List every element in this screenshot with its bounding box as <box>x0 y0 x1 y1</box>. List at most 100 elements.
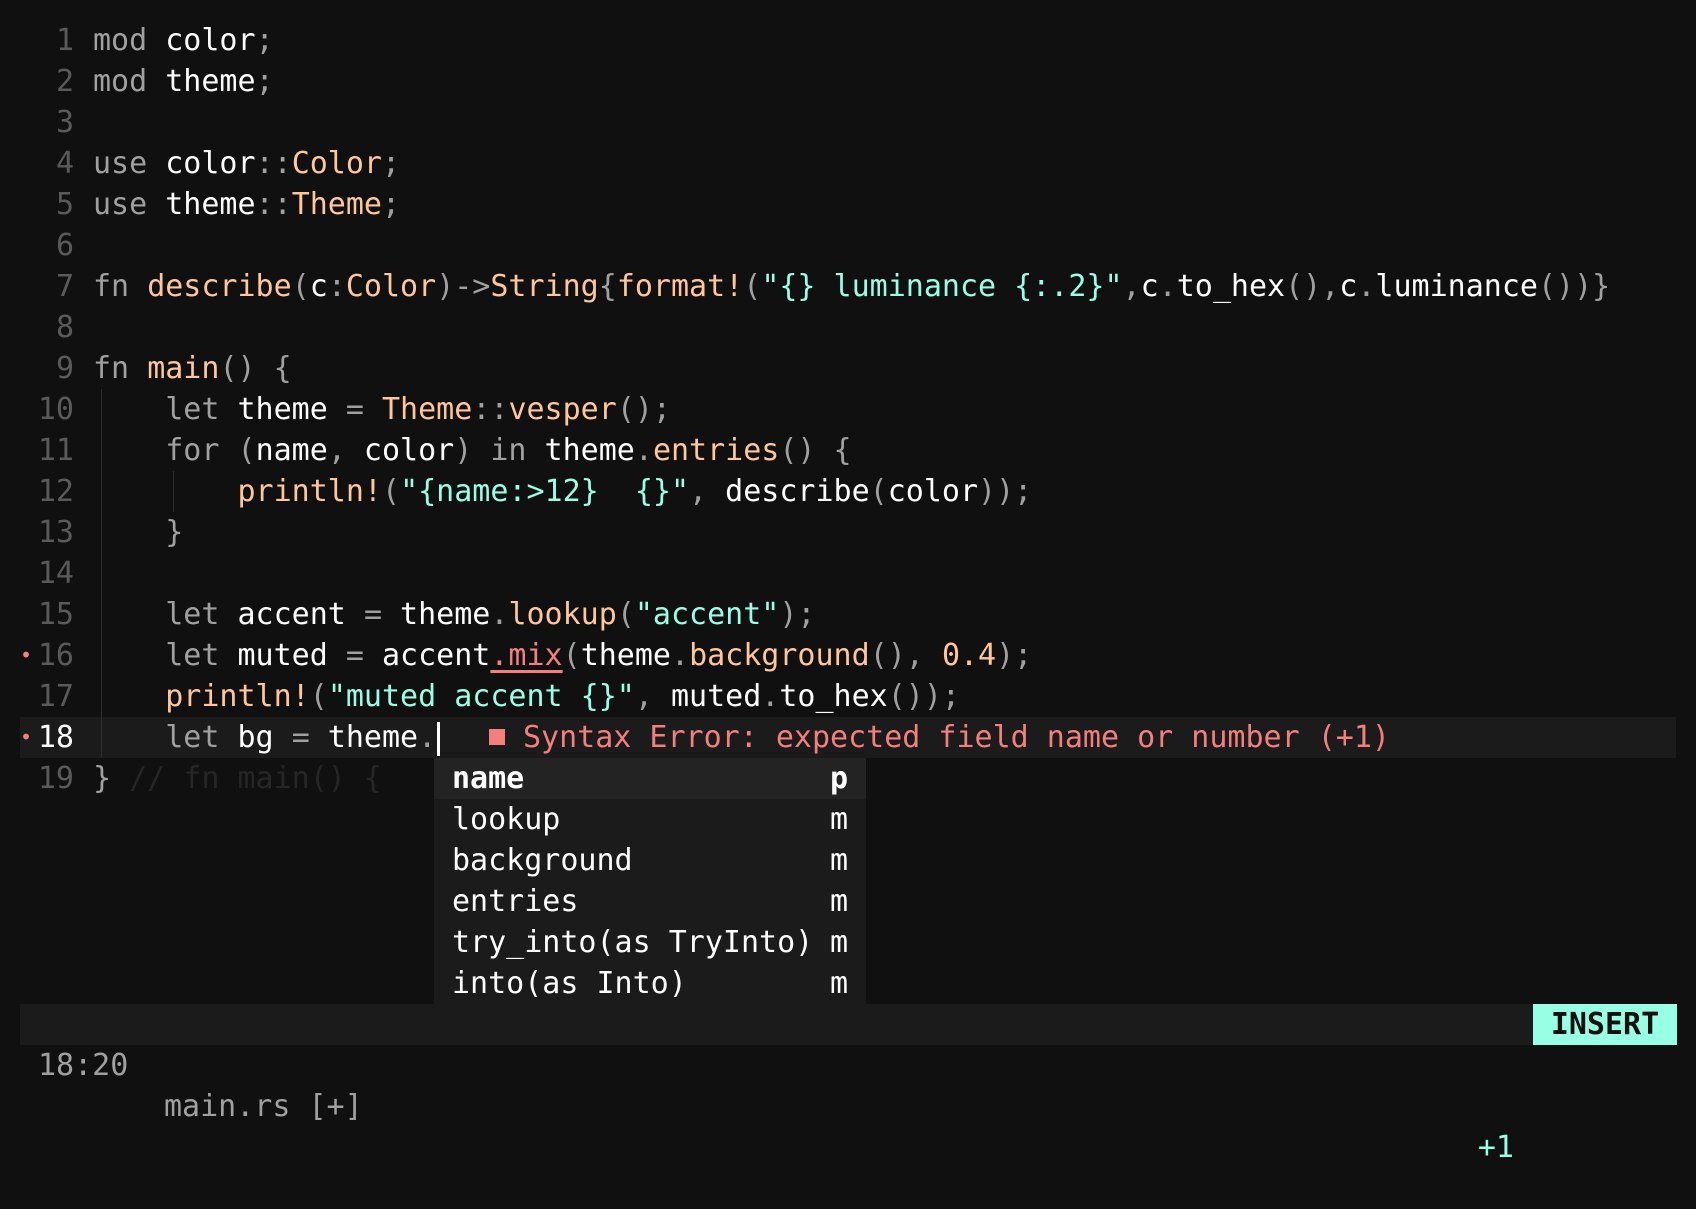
completion-item[interactable]: lookup m <box>434 799 866 840</box>
code-token: use <box>93 146 148 181</box>
code-text[interactable]: fn describe(c:Color)->String{format!("{}… <box>93 266 1610 307</box>
code-token: describe <box>147 269 292 304</box>
code-token: println! <box>165 679 310 714</box>
indent-guide <box>101 430 102 471</box>
code-token: let <box>165 720 220 755</box>
code-token: } <box>165 515 184 550</box>
line-number: 19 <box>0 758 74 799</box>
code-token: color <box>887 474 979 509</box>
indent-guide <box>101 594 102 635</box>
line-number-text: 10 <box>37 392 74 427</box>
code-line[interactable]: 12 println!("{name:>12} {}", describe(co… <box>0 471 1696 512</box>
code-line[interactable]: 4 use color::Color; <box>0 143 1696 184</box>
editor-pane[interactable]: 1 mod color; 2 mod theme; 3 4 use color::Color… <box>0 20 1696 799</box>
code-token: to_hex <box>1176 269 1286 304</box>
line-number-text: 13 <box>37 515 74 550</box>
code-token: = <box>345 638 364 673</box>
code-token: . <box>418 720 437 755</box>
code-token: ); <box>779 597 816 632</box>
code-text[interactable]: use theme::Theme; <box>93 184 400 225</box>
diagnostic-count[interactable]: +1 <box>1478 1127 1514 1168</box>
code-token: . <box>490 597 509 632</box>
code-token: to_hex <box>779 679 888 714</box>
code-line[interactable]: 10 let theme = Theme::vesper(); <box>0 389 1696 430</box>
line-number-text: 6 <box>55 228 74 263</box>
code-token: ; <box>255 64 274 99</box>
code-token: , <box>634 679 653 714</box>
code-token: println! <box>237 474 383 509</box>
code-text[interactable]: fn main() { <box>93 348 292 389</box>
code-text[interactable]: let accent = theme.lookup("accent"); <box>93 594 816 635</box>
completion-label: background <box>452 843 633 878</box>
code-text[interactable]: } // fn main() { <box>93 758 382 799</box>
code-token: ( <box>309 679 328 714</box>
line-number: 15 <box>0 594 74 635</box>
indent-guide <box>101 512 102 553</box>
code-line[interactable]: 1 mod color; <box>0 20 1696 61</box>
code-token: lookup <box>508 597 617 632</box>
code-token: . <box>1357 269 1376 304</box>
diagnostic-dot-icon[interactable]: • <box>20 717 32 758</box>
code-token: accent <box>363 638 491 673</box>
code-token: , <box>327 433 346 468</box>
line-number: 4 <box>0 143 74 184</box>
code-line[interactable]: 14 <box>0 553 1696 594</box>
code-line[interactable]: 5 use theme::Theme; <box>0 184 1696 225</box>
code-text[interactable]: mod color; <box>93 20 274 61</box>
code-text[interactable]: } <box>93 512 183 553</box>
completion-item[interactable]: name p <box>434 758 866 799</box>
code-line[interactable]: 9 fn main() { <box>0 348 1696 389</box>
code-token: luminance <box>1375 269 1538 304</box>
code-line[interactable]: 11 for (name, color) in theme.entries() … <box>0 430 1696 471</box>
line-number: 8 <box>0 307 74 348</box>
completion-item[interactable]: try_into(as TryInto) m <box>434 922 866 963</box>
code-token: let <box>165 597 220 632</box>
code-line[interactable]: 2 mod theme; <box>0 61 1696 102</box>
code-line[interactable]: 3 <box>0 102 1696 143</box>
code-token: () { <box>219 351 292 386</box>
diagnostic-dot-icon[interactable]: • <box>20 635 32 676</box>
code-token: use <box>93 187 148 222</box>
error-token: .mix <box>490 638 563 673</box>
code-line[interactable]: 7 fn describe(c:Color)->String{format!("{… <box>0 266 1696 307</box>
code-line[interactable]: • 16 let muted = accent.mix(theme.backgro… <box>0 635 1696 676</box>
code-text[interactable]: let bg = theme. <box>93 717 441 758</box>
code-line[interactable]: 17 println!("muted accent {}", muted.to_… <box>0 676 1696 717</box>
code-text[interactable]: let muted = accent.mix(theme.background(… <box>93 635 1032 676</box>
code-text[interactable]: use color::Color; <box>93 143 400 184</box>
code-text[interactable]: for (name, color) in theme.entries() { <box>93 430 852 471</box>
code-token: (); <box>616 392 671 427</box>
code-token: ( <box>219 433 256 468</box>
code-token: (), <box>1285 269 1340 304</box>
code-token: main <box>147 351 220 386</box>
indent-guide <box>101 471 102 512</box>
code-token: theme <box>219 392 346 427</box>
code-line[interactable]: • 18 let bg = theme. Syntax Error: expecte… <box>20 717 1676 758</box>
error-square-icon <box>489 729 505 745</box>
code-token: theme <box>580 638 671 673</box>
code-line[interactable]: 6 <box>0 225 1696 266</box>
code-text[interactable]: let theme = Theme::vesper(); <box>93 389 671 430</box>
completion-item[interactable]: background m <box>434 840 866 881</box>
code-token: = <box>363 597 382 632</box>
completion-item[interactable]: into(as Into) m <box>434 963 866 1004</box>
code-line[interactable]: 13 } <box>0 512 1696 553</box>
line-number-text: 17 <box>37 679 74 714</box>
line-number: 12 <box>0 471 74 512</box>
code-token: vesper <box>508 392 617 427</box>
completion-menu[interactable]: name p lookup m background m entries m try_into(… <box>434 758 866 1004</box>
code-line[interactable]: 8 <box>0 307 1696 348</box>
code-text[interactable]: println!("muted accent {}", muted.to_hex… <box>93 676 960 717</box>
code-token: muted <box>219 638 346 673</box>
code-text[interactable]: mod theme; <box>93 61 274 102</box>
code-text[interactable]: println!("{name:>12} {}", describe(color… <box>93 471 1032 512</box>
completion-label: lookup <box>452 802 561 837</box>
text-cursor <box>437 721 441 756</box>
code-line[interactable]: 15 let accent = theme.lookup("accent"); <box>0 594 1696 635</box>
completion-item[interactable]: entries m <box>434 881 866 922</box>
completion-label: entries <box>452 884 579 919</box>
code-token: , <box>689 474 708 509</box>
